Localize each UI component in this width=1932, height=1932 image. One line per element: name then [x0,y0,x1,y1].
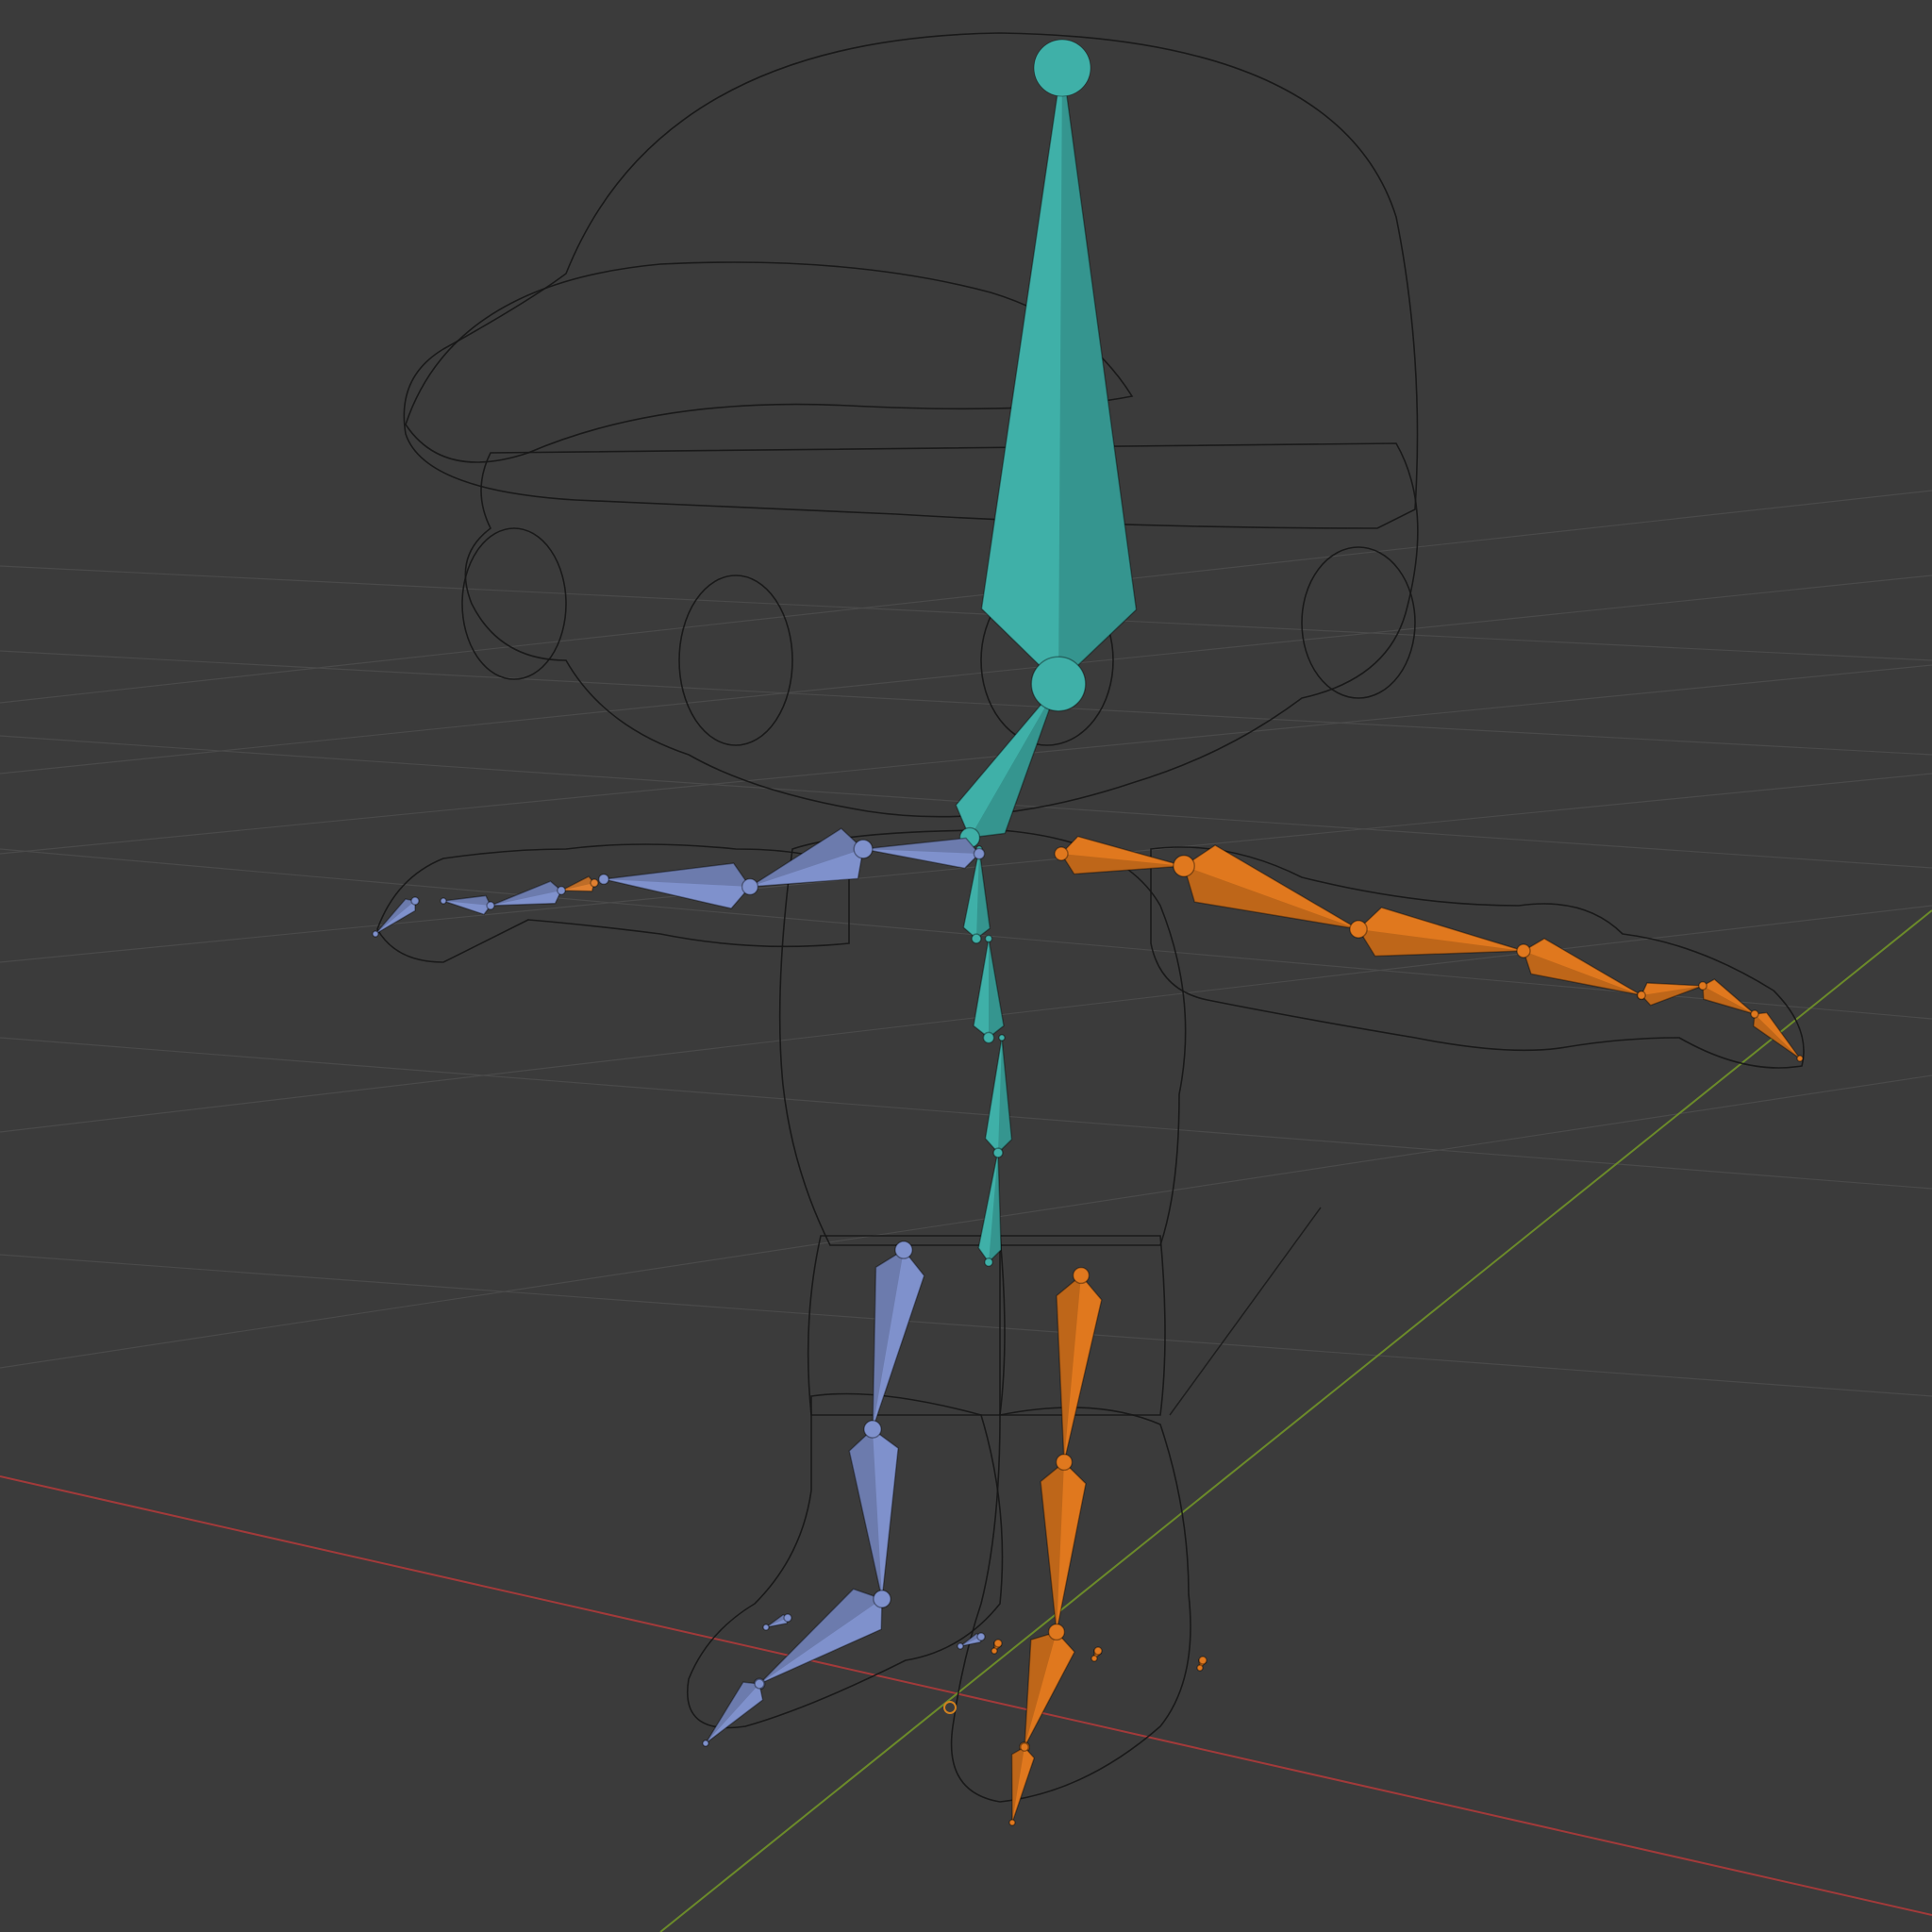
bone-clavicle-left[interactable] [858,837,986,870]
bone-shin-left[interactable] [848,1420,899,1606]
bone-thigh-left[interactable] [866,1241,925,1436]
mesh-boot-left [687,1392,1004,1729]
bone-hand-right[interactable] [1516,938,1647,1001]
bone-toe-left[interactable] [702,1678,765,1747]
bone-spine-02[interactable] [984,1034,1013,1158]
z-guide-line [1169,1207,1322,1416]
bone-spine-03[interactable] [973,934,1005,1044]
bone-finger-left-01[interactable] [487,880,566,909]
grid-line [0,650,1932,756]
bone-clavicle-right[interactable] [1054,835,1190,875]
3d-cursor-icon [943,1701,957,1714]
armature[interactable] [372,39,1804,1826]
grid-line [0,1037,1932,1190]
bone-ankle-right-a[interactable] [1091,1646,1103,1662]
bone-heel-left[interactable] [762,1613,792,1631]
bone-upperarm-left[interactable] [743,827,874,893]
mesh-head [464,442,1419,818]
bone-spine-01[interactable] [977,1147,1002,1267]
x-axis-line [0,1475,1932,1916]
bone-thumb-left[interactable] [372,896,420,938]
grid-line [0,565,1932,661]
bone-heel-right[interactable] [991,1639,1003,1655]
grid-line [0,575,1932,774]
bone-thigh-right[interactable] [1056,1266,1103,1469]
grid-line [0,1254,1932,1397]
mesh-hat [403,32,1419,529]
bone-toe-right[interactable] [1008,1742,1036,1826]
viewport-canvas[interactable] [0,0,1932,1932]
bone-head[interactable] [980,43,1138,712]
bone-finger-left-02[interactable] [440,894,495,916]
bone-finger-right-02[interactable] [1698,978,1758,1018]
floor-grid [0,490,1932,1397]
bone-foot-right[interactable] [1018,1623,1075,1754]
grid-line [0,905,1932,1133]
bone-finger-right-01[interactable] [1637,982,1707,1007]
bone-shin-right[interactable] [1040,1453,1087,1639]
grid-line [0,490,1932,704]
mesh-ear-left [461,527,567,680]
bone-head-tip[interactable] [1033,39,1091,97]
bone-ankle-right-b[interactable] [1196,1656,1208,1672]
3d-viewport[interactable] [0,0,1932,1932]
bone-upperarm-right[interactable] [1173,844,1366,937]
mesh-eye-left [678,575,793,746]
grid-line [0,1074,1932,1369]
bone-forearm-right[interactable] [1349,907,1530,958]
